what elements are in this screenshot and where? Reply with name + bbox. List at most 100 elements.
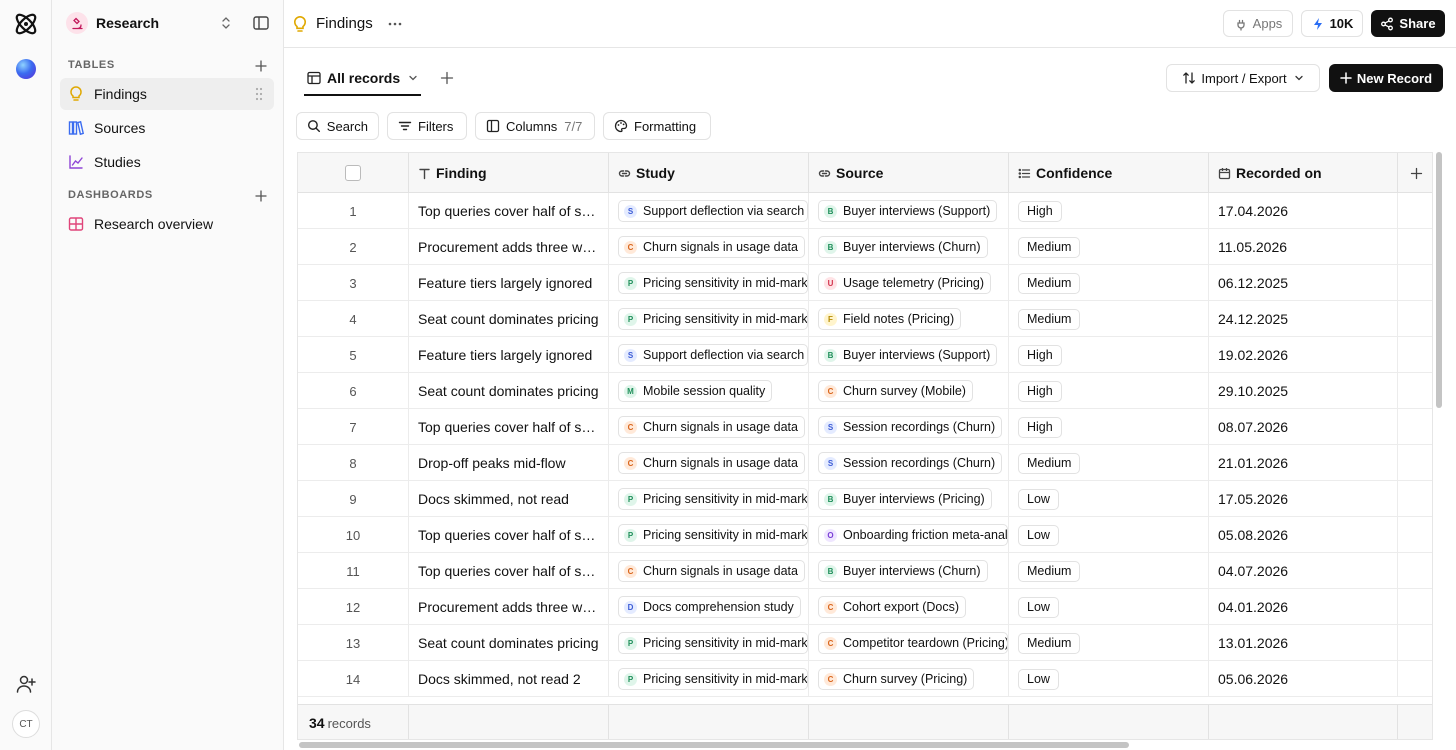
source-cell[interactable]: F Field notes (Pricing) [809,301,1009,337]
study-cell[interactable]: C Churn signals in usage data [609,409,809,445]
recorded-on-cell[interactable]: 04.07.2026 [1209,553,1398,589]
source-link-chip[interactable]: B Buyer interviews (Support) [818,200,998,222]
add-user-icon[interactable] [15,673,37,695]
source-cell[interactable]: C Cohort export (Docs) [809,589,1009,625]
study-link-chip[interactable]: P Pricing sensitivity in mid-market [618,272,808,294]
sidebar-toggle-icon[interactable] [252,14,270,32]
add-view-icon[interactable] [440,71,454,85]
table-row[interactable]: 12 Procurement adds three weeks D Docs comp… [298,589,1432,625]
source-cell[interactable]: C Competitor teardown (Pricing) [809,625,1009,661]
finding-cell[interactable]: Top queries cover half of searches [409,517,609,553]
source-link-chip[interactable]: F Field notes (Pricing) [818,308,962,330]
study-cell[interactable]: M Mobile session quality [609,373,809,409]
table-row[interactable]: 6 Seat count dominates pricing M Mobile ses… [298,373,1432,409]
source-link-chip[interactable]: O Onboarding friction meta-analysis [818,524,1008,546]
study-cell[interactable]: S Support deflection via search [609,337,809,373]
select-all-checkbox[interactable] [345,165,361,181]
tab-all-records[interactable]: All records [304,62,421,96]
study-link-chip[interactable]: C Churn signals in usage data [618,560,805,582]
confidence-cell[interactable]: High [1009,373,1209,409]
study-link-chip[interactable]: P Pricing sensitivity in mid-market [618,488,808,510]
table-row[interactable]: 1Top queries cover half of searches S Supp… [298,193,1432,229]
workspace-orb-icon[interactable] [16,59,36,79]
sidebar-item-findings[interactable]: Findings [60,78,274,110]
recorded-on-cell[interactable]: 21.01.2026 [1209,445,1398,481]
source-cell[interactable]: O Onboarding friction meta-analysis [809,517,1009,553]
workspace-switcher[interactable]: Research [66,10,232,36]
source-link-chip[interactable]: B Buyer interviews (Support) [818,344,998,366]
confidence-cell[interactable]: Medium [1009,553,1209,589]
sidebar-item-research-overview[interactable]: Research overview [60,208,274,240]
source-link-chip[interactable]: C Churn survey (Pricing) [818,668,975,690]
table-row[interactable]: 7Top queries cover half of searches C Chur… [298,409,1432,445]
recorded-on-cell[interactable]: 17.05.2026 [1209,481,1398,517]
column-header-finding[interactable]: Finding [409,153,609,193]
study-link-chip[interactable]: C Churn signals in usage data [618,416,805,438]
confidence-cell[interactable]: Low [1009,481,1209,517]
finding-cell[interactable]: Docs skimmed, not read 2 [409,661,609,697]
source-link-chip[interactable]: B Buyer interviews (Pricing) [818,488,992,510]
column-header-source[interactable]: Source [809,153,1009,193]
recorded-on-cell[interactable]: 19.02.2026 [1209,337,1398,373]
table-row[interactable]: 3 Feature tiers largely ignored P Pricing s… [298,265,1432,301]
horizontal-scrollbar[interactable] [299,742,1129,748]
apps-button[interactable]: Apps [1223,10,1293,37]
study-link-chip[interactable]: P Pricing sensitivity in mid-market [618,308,808,330]
import-export-button[interactable]: Import / Export [1166,64,1320,92]
confidence-cell[interactable]: High [1009,193,1209,229]
source-link-chip[interactable]: B Buyer interviews (Churn) [818,236,988,258]
source-cell[interactable]: B Buyer interviews (Pricing) [809,481,1009,517]
source-cell[interactable]: S Session recordings (Churn) [809,445,1009,481]
finding-cell[interactable]: Top queries cover half of searches [409,553,609,589]
finding-cell[interactable]: Procurement adds three weeks [409,589,609,625]
confidence-cell[interactable]: Low [1009,661,1209,697]
study-cell[interactable]: C Churn signals in usage data [609,229,809,265]
table-row[interactable]: 9 Docs skimmed, not read P Pricing sensitiv… [298,481,1432,517]
study-link-chip[interactable]: P Pricing sensitivity in mid-market [618,668,808,690]
source-cell[interactable]: B Buyer interviews (Churn) [809,229,1009,265]
study-cell[interactable]: D Docs comprehension study [609,589,809,625]
study-cell[interactable]: C Churn signals in usage data [609,553,809,589]
source-link-chip[interactable]: C Churn survey (Mobile) [818,380,973,402]
study-link-chip[interactable]: P Pricing sensitivity in mid-market [618,524,808,546]
source-link-chip[interactable]: S Session recordings (Churn) [818,452,1003,474]
study-link-chip[interactable]: C Churn signals in usage data [618,452,805,474]
confidence-cell[interactable]: Medium [1009,301,1209,337]
study-cell[interactable]: P Pricing sensitivity in mid-market [609,301,809,337]
add-column-icon[interactable] [1410,167,1423,180]
new-record-button[interactable]: New Record [1329,64,1443,92]
add-table-icon[interactable] [254,59,268,73]
table-row[interactable]: 14 Docs skimmed, not read 2 P Pricing sensi… [298,661,1432,697]
study-cell[interactable]: P Pricing sensitivity in mid-market [609,517,809,553]
finding-cell[interactable]: Seat count dominates pricing [409,301,609,337]
sidebar-item-sources[interactable]: Sources [60,112,274,144]
study-cell[interactable]: P Pricing sensitivity in mid-market [609,481,809,517]
chevron-down-icon[interactable] [408,73,418,83]
confidence-cell[interactable]: Medium [1009,229,1209,265]
column-header-study[interactable]: Study [609,153,809,193]
finding-cell[interactable]: Feature tiers largely ignored [409,265,609,301]
source-link-chip[interactable]: U Usage telemetry (Pricing) [818,272,992,294]
vertical-scrollbar[interactable] [1436,152,1442,408]
study-cell[interactable]: P Pricing sensitivity in mid-market [609,625,809,661]
study-cell[interactable]: S Support deflection via search [609,193,809,229]
source-link-chip[interactable]: S Session recordings (Churn) [818,416,1003,438]
column-header-recorded-on[interactable]: Recorded on [1209,153,1398,193]
recorded-on-cell[interactable]: 11.05.2026 [1209,229,1398,265]
study-link-chip[interactable]: D Docs comprehension study [618,596,801,618]
source-cell[interactable]: C Churn survey (Pricing) [809,661,1009,697]
recorded-on-cell[interactable]: 08.07.2026 [1209,409,1398,445]
study-link-chip[interactable]: C Churn signals in usage data [618,236,805,258]
source-cell[interactable]: S Session recordings (Churn) [809,409,1009,445]
add-dashboard-icon[interactable] [254,189,268,203]
table-row[interactable]: 10Top queries cover half of searches P Pri… [298,517,1432,553]
more-options-icon[interactable] [388,22,402,26]
source-cell[interactable]: B Buyer interviews (Churn) [809,553,1009,589]
source-cell[interactable]: U Usage telemetry (Pricing) [809,265,1009,301]
app-logo-icon[interactable] [12,10,40,38]
recorded-on-cell[interactable]: 13.01.2026 [1209,625,1398,661]
source-link-chip[interactable]: C Competitor teardown (Pricing) [818,632,1008,654]
study-link-chip[interactable]: P Pricing sensitivity in mid-market [618,632,808,654]
source-link-chip[interactable]: C Cohort export (Docs) [818,596,967,618]
confidence-cell[interactable]: Medium [1009,625,1209,661]
